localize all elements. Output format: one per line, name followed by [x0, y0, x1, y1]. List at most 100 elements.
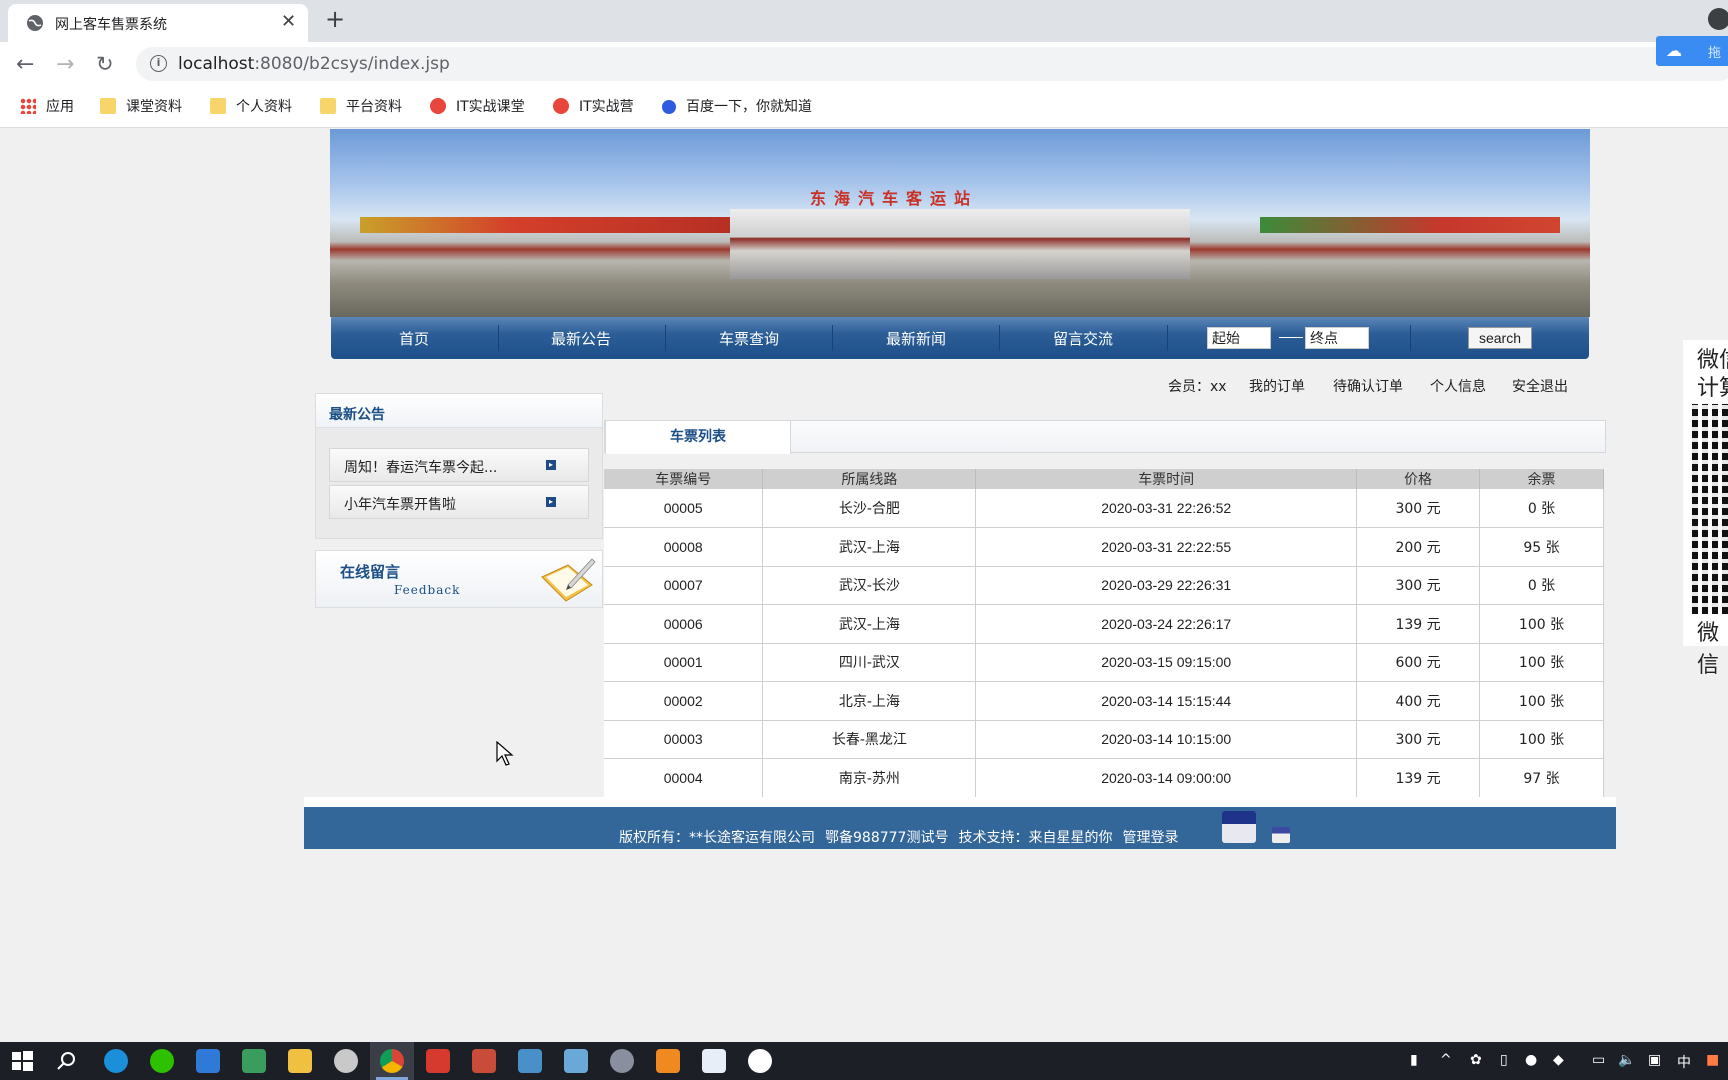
new-tab-button[interactable]: +: [325, 5, 345, 33]
wps-icon[interactable]: [426, 1049, 450, 1073]
file-explorer-icon[interactable]: [288, 1049, 312, 1073]
police-badge-icon[interactable]: [1222, 811, 1256, 843]
globe-icon: [27, 15, 43, 31]
app-icon[interactable]: [564, 1049, 588, 1073]
microphone-icon[interactable]: ▯: [1500, 1052, 1508, 1068]
logout-link[interactable]: 安全退出: [1512, 376, 1568, 396]
search-icon[interactable]: [55, 1049, 79, 1073]
tray-app-icon[interactable]: ■: [1706, 1052, 1719, 1068]
settings-icon[interactable]: [610, 1049, 634, 1073]
bookmark-link[interactable]: 百度一下，你就知道: [662, 96, 812, 116]
floating-qr-widget[interactable]: 微信 计算 微信: [1683, 340, 1728, 678]
url-text[interactable]: localhost:8080/b2csys/index.jsp: [178, 54, 450, 74]
page-content: 东海汽车客运站 首页 最新公告 车票查询 最新新闻 留言交流 search 会员…: [0, 129, 1728, 1042]
nav-news[interactable]: 最新新闻: [836, 328, 996, 349]
to-city-input[interactable]: [1305, 327, 1369, 349]
table-row[interactable]: 00008 武汉-上海 2020-03-31 22:22:55 200 元 95 张: [604, 527, 1604, 567]
volume-icon[interactable]: 🔈: [1618, 1052, 1635, 1068]
nav-ticket-query[interactable]: 车票查询: [669, 328, 829, 349]
table-row[interactable]: 00007 武汉-长沙 2020-03-29 22:26:31 300 元0 张: [604, 566, 1604, 605]
bookmark-folder[interactable]: 平台资料: [320, 96, 402, 116]
header-banner: 东海汽车客运站: [330, 129, 1590, 317]
app-icon[interactable]: [518, 1049, 542, 1073]
table-row[interactable]: 00004 南京-苏州 2020-03-14 09:00:00 139 元 97 张: [604, 758, 1604, 798]
nav-messages[interactable]: 留言交流: [1003, 328, 1163, 349]
back-icon[interactable]: ←: [16, 52, 34, 77]
app-icon[interactable]: [656, 1049, 680, 1073]
nav-divider: [498, 325, 499, 351]
close-tab-icon[interactable]: ✕: [281, 11, 296, 32]
nav-divider: [1410, 325, 1411, 351]
table-row[interactable]: 00006 武汉-上海 2020-03-24 22:26:17 139 元 100 张: [604, 604, 1604, 644]
station-name: 东海汽车客运站: [810, 189, 979, 208]
app-icon[interactable]: [702, 1049, 726, 1073]
profile-link[interactable]: 个人信息: [1430, 376, 1486, 396]
col-remaining: 余票: [1479, 469, 1604, 489]
bookmark-folder[interactable]: 课堂资料: [100, 96, 182, 116]
windows-start-icon[interactable]: [10, 1049, 34, 1073]
browser-tab[interactable]: 网上客车售票系统 ✕: [8, 4, 308, 42]
banner-building: [730, 209, 1190, 279]
tray-app-icon[interactable]: ◆: [1553, 1052, 1564, 1068]
bookmark-apps[interactable]: 应用: [20, 96, 74, 116]
chrome-icon[interactable]: [380, 1049, 404, 1073]
nav-divider: [665, 325, 666, 351]
extension-button[interactable]: ☁ 拖: [1656, 36, 1728, 66]
footer-text: 版权所有：**长途客运有限公司 鄂备988777测试号 技术支持：来自星星的你 管理登…: [619, 830, 1179, 846]
app-icon[interactable]: [748, 1049, 772, 1073]
admin-login-link[interactable]: 管理登录: [1122, 830, 1178, 846]
bookmark-link[interactable]: IT实战营: [553, 96, 634, 116]
browser-toolbar: ← → ↻ i localhost:8080/b2csys/index.jsp: [0, 42, 1728, 86]
table-row[interactable]: 00001 四川-武汉 2020-03-15 09:15:00 600 元 100 张: [604, 643, 1604, 682]
site-info-icon[interactable]: i: [150, 55, 167, 72]
police-badge-small-icon[interactable]: [1272, 827, 1290, 843]
table-row[interactable]: 00005 长沙-合肥 2020-03-31 22:26:52 300 元0 张: [604, 489, 1604, 528]
nav-announcements[interactable]: 最新公告: [501, 328, 661, 349]
apps-icon: [20, 98, 36, 114]
tab-ticket-list[interactable]: 车票列表: [605, 420, 791, 454]
battery-icon[interactable]: ▮: [1410, 1052, 1418, 1068]
wechat-tray-icon[interactable]: ●: [1525, 1052, 1537, 1068]
table-row[interactable]: 00003 长春-黑龙江 2020-03-14 10:15:00 300 元 100 张: [604, 720, 1604, 759]
notice-panel: 最新公告 周知！春运汽车票今起... ▸ 小年汽车票开售啦 ▸: [315, 393, 603, 539]
network-icon[interactable]: ▣: [1648, 1052, 1661, 1068]
app-icon[interactable]: [196, 1049, 220, 1073]
notice-item[interactable]: 周知！春运汽车票今起... ▸: [329, 448, 589, 482]
app-icon[interactable]: [242, 1049, 266, 1073]
wechat-icon[interactable]: [150, 1049, 174, 1073]
app-icon[interactable]: [472, 1049, 496, 1073]
col-price: 价格: [1356, 469, 1481, 489]
folder-icon: [210, 98, 226, 114]
forward-icon[interactable]: →: [56, 52, 74, 77]
feedback-panel[interactable]: 在线留言 Feedback: [315, 550, 603, 608]
chevron-up-icon[interactable]: ^: [1440, 1052, 1452, 1068]
bookmarks-bar: 应用 课堂资料 个人资料 平台资料 IT实战课堂 IT实战营 百度一下，你就知道: [0, 86, 1728, 128]
bookmark-link[interactable]: IT实战课堂: [430, 96, 525, 116]
reload-icon[interactable]: ↻: [96, 52, 114, 76]
nav-home[interactable]: 首页: [334, 328, 494, 349]
battery-level-icon[interactable]: ▭: [1592, 1052, 1605, 1068]
pending-orders-link[interactable]: 待确认订单: [1333, 376, 1403, 396]
bookmark-folder[interactable]: 个人资料: [210, 96, 292, 116]
col-time: 车票时间: [975, 469, 1358, 489]
app-icon[interactable]: [334, 1049, 358, 1073]
col-route: 所属线路: [762, 469, 977, 489]
ime-indicator[interactable]: 中: [1677, 1052, 1691, 1072]
feedback-title: 在线留言: [340, 563, 401, 581]
notice-item[interactable]: 小年汽车票开售啦 ▸: [329, 485, 589, 519]
search-button[interactable]: search: [1468, 327, 1532, 349]
browser-tabstrip: 网上客车售票系统 ✕ +: [0, 0, 1728, 42]
table-row[interactable]: 00002 北京-上海 2020-03-14 15:15:44 400 元 100 张: [604, 681, 1604, 721]
footer-spacer: [304, 797, 1616, 807]
tab-search-icon[interactable]: [1708, 8, 1728, 30]
pencil-notebook-icon: [541, 558, 596, 602]
from-city-input[interactable]: [1207, 327, 1271, 349]
my-orders-link[interactable]: 我的订单: [1249, 376, 1305, 396]
edge-icon[interactable]: [104, 1049, 128, 1073]
nav-divider: [1167, 325, 1168, 351]
tray-app-icon[interactable]: ✿: [1470, 1052, 1482, 1068]
range-dash: [1279, 337, 1303, 338]
nav-divider: [832, 325, 833, 351]
page-footer: 版权所有：**长途客运有限公司 鄂备988777测试号 技术支持：来自星星的你 管理登…: [304, 807, 1616, 849]
address-bar[interactable]: i localhost:8080/b2csys/index.jsp: [136, 47, 1728, 81]
